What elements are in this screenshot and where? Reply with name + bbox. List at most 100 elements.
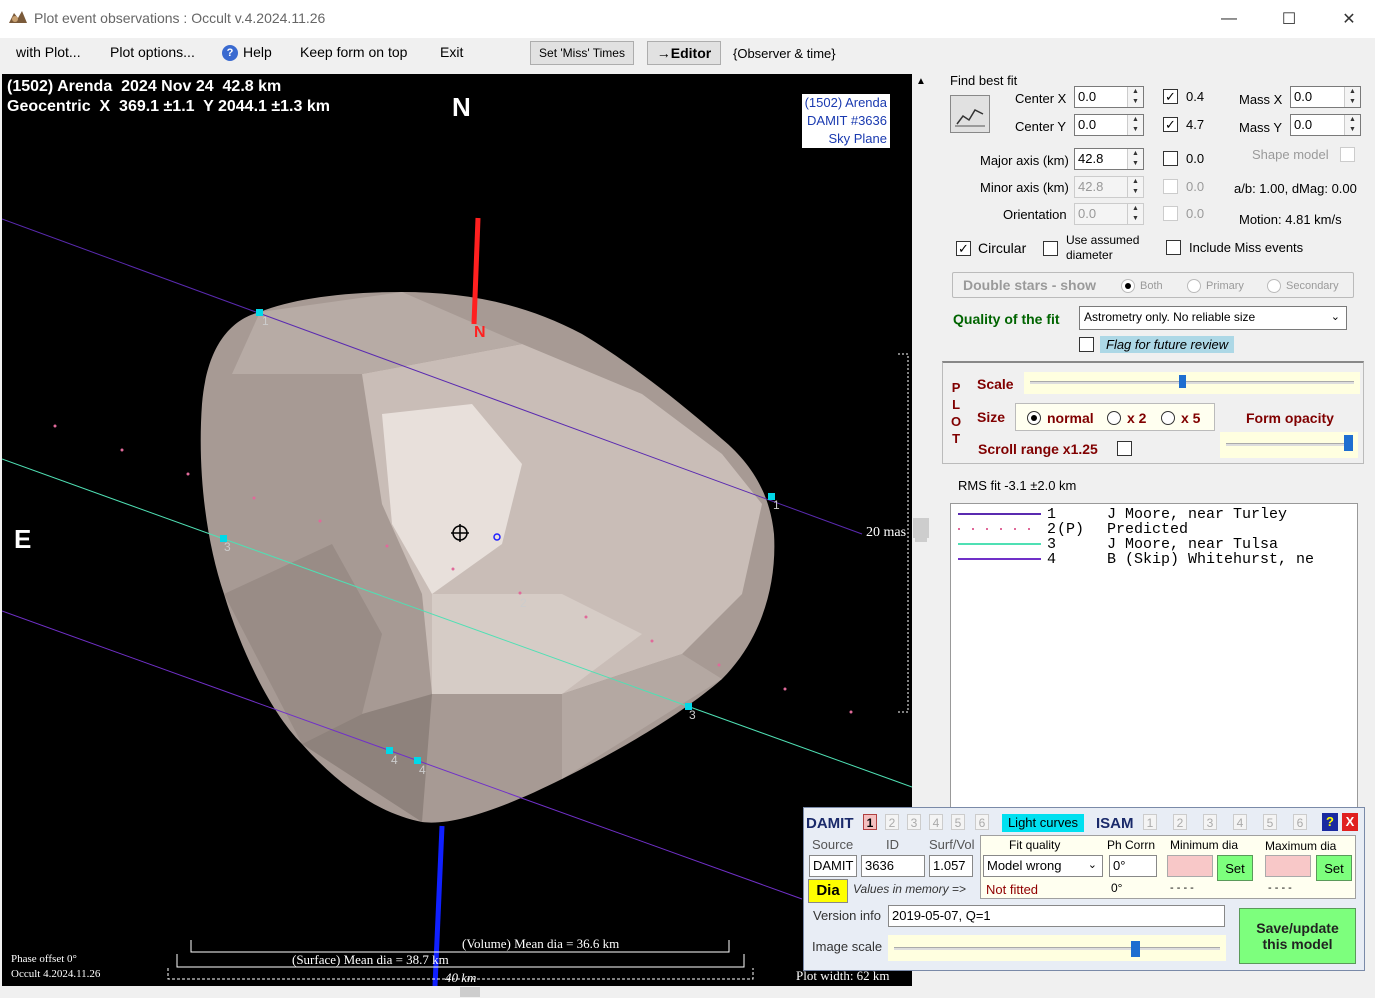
plot-canvas[interactable]: (1502) Arenda 2024 Nov 24 42.8 km Geocen…: [2, 74, 912, 986]
spin-arrows-icon[interactable]: ▲ ▼: [1127, 87, 1143, 107]
size-x2-radio[interactable]: x 2: [1107, 410, 1146, 426]
set-max-dia-button[interactable]: Set: [1316, 855, 1352, 881]
damit-tab-4[interactable]: 4: [929, 814, 943, 830]
radio-icon[interactable]: [1187, 279, 1201, 293]
dia-button[interactable]: Dia: [808, 879, 848, 903]
checkbox-icon[interactable]: [1166, 240, 1181, 255]
set-min-dia-button[interactable]: Set: [1217, 855, 1253, 881]
legend-row[interactable]: 4B (Skip) Whitehurst, ne: [957, 551, 1357, 568]
damit-tab-5[interactable]: 5: [951, 814, 965, 830]
center-y-input[interactable]: 0.0 ▲ ▼: [1074, 114, 1144, 136]
min-dia-field[interactable]: [1167, 855, 1213, 877]
max-dia-field[interactable]: [1265, 855, 1311, 877]
damit-tab-2[interactable]: 2: [885, 814, 899, 830]
radio-both[interactable]: Both: [1121, 279, 1163, 293]
menu-with-plot[interactable]: with Plot...: [16, 44, 81, 60]
fit-cb-major[interactable]: 0.0: [1163, 151, 1204, 166]
checkbox-checked-icon[interactable]: ✓: [1163, 89, 1178, 104]
orientation-input[interactable]: 0.0 ▲ ▼: [1074, 203, 1144, 225]
damit-tab-6[interactable]: 6: [975, 814, 989, 830]
isam-tab-6[interactable]: 6: [1293, 814, 1307, 830]
size-x5-radio[interactable]: x 5: [1161, 410, 1200, 426]
image-scale-slider-thumb[interactable]: [1130, 941, 1140, 957]
image-scale-slider[interactable]: [888, 935, 1226, 961]
checkbox-icon[interactable]: [1163, 179, 1178, 194]
menu-observer-time[interactable]: {Observer & time}: [733, 46, 836, 61]
close-damit-button[interactable]: X: [1342, 813, 1358, 831]
plot-horizontal-scrollbar[interactable]: [2, 986, 913, 998]
close-button[interactable]: ✕: [1326, 0, 1372, 38]
mass-x-input[interactable]: 0.0 ▲ ▼: [1290, 86, 1361, 108]
scroll-thumb-h[interactable]: [460, 987, 480, 997]
scroll-up-arrow[interactable]: ▲: [916, 76, 926, 87]
light-curves-button[interactable]: Light curves: [1002, 814, 1084, 832]
fit-quality-select[interactable]: Model wrong ⌄: [983, 855, 1103, 877]
opacity-slider-thumb[interactable]: [1343, 435, 1353, 451]
major-axis-input[interactable]: 42.8 ▲ ▼: [1074, 148, 1144, 170]
spin-arrows-icon[interactable]: ▲ ▼: [1127, 204, 1143, 224]
isam-tab-1[interactable]: 1: [1143, 814, 1157, 830]
spin-arrows-icon[interactable]: ▲ ▼: [1127, 149, 1143, 169]
isam-tab-4[interactable]: 4: [1233, 814, 1247, 830]
checkbox-icon[interactable]: [1163, 206, 1178, 221]
scale-slider-thumb[interactable]: [1178, 375, 1186, 388]
mass-y-input[interactable]: 0.0 ▲ ▼: [1290, 114, 1361, 136]
id-field[interactable]: 3636: [861, 855, 925, 877]
fit-cb-minor[interactable]: 0.0: [1163, 179, 1204, 194]
isam-tab-3[interactable]: 3: [1203, 814, 1217, 830]
checkbox-icon[interactable]: [1163, 151, 1178, 166]
radio-icon[interactable]: [1027, 411, 1041, 425]
legend-row[interactable]: 2 (P) Predicted: [957, 521, 1357, 538]
checkbox-icon[interactable]: [1043, 240, 1058, 256]
spin-arrows-icon[interactable]: ▲ ▼: [1127, 115, 1143, 135]
version-info-field[interactable]: 2019-05-07, Q=1: [888, 905, 1225, 927]
maximize-button[interactable]: ☐: [1266, 0, 1312, 38]
fit-cb-47[interactable]: ✓ 4.7: [1163, 117, 1204, 132]
isam-tab-5[interactable]: 5: [1263, 814, 1277, 830]
radio-primary[interactable]: Primary: [1187, 279, 1244, 293]
scale-slider[interactable]: [1024, 372, 1360, 394]
minimize-button[interactable]: —: [1206, 0, 1252, 38]
checkbox-icon[interactable]: [1079, 337, 1094, 352]
checkbox-checked-icon[interactable]: ✓: [1163, 117, 1178, 132]
fit-cb-04[interactable]: ✓ 0.4: [1163, 89, 1204, 104]
radio-icon[interactable]: [1161, 411, 1175, 425]
center-x-input[interactable]: 0.0 ▲ ▼: [1074, 86, 1144, 108]
find-best-fit-button[interactable]: [950, 95, 990, 133]
spin-arrows-icon[interactable]: ▲ ▼: [1127, 177, 1143, 197]
radio-icon[interactable]: [1107, 411, 1121, 425]
save-update-model-button[interactable]: Save/update this model: [1239, 908, 1356, 964]
menu-keep-on-top[interactable]: Keep form on top: [300, 44, 407, 60]
radio-icon[interactable]: [1121, 279, 1135, 293]
menu-plot-options[interactable]: Plot options...: [110, 44, 195, 60]
source-field[interactable]: DAMIT: [809, 855, 857, 877]
right-panel-scrollbar[interactable]: [913, 518, 929, 538]
shape-model-checkbox[interactable]: [1340, 147, 1355, 162]
minor-axis-input[interactable]: 42.8 ▲ ▼: [1074, 176, 1144, 198]
circular-checkbox[interactable]: ✓ Circular: [956, 240, 1026, 256]
damit-tab-1[interactable]: 1: [863, 814, 877, 830]
radio-icon[interactable]: [1267, 279, 1281, 293]
legend-row[interactable]: 1J Moore, near Turley: [957, 506, 1357, 523]
editor-button[interactable]: →Editor: [647, 41, 721, 65]
surfvol-field[interactable]: 1.057: [929, 855, 973, 877]
quality-select[interactable]: Astrometry only. No reliable size ⌄: [1079, 306, 1347, 330]
size-normal-radio[interactable]: normal: [1027, 410, 1094, 426]
legend-row[interactable]: 3J Moore, near Tulsa: [957, 536, 1357, 553]
chevron-down-icon[interactable]: ⌄: [1331, 310, 1340, 323]
menu-help[interactable]: Help: [243, 44, 272, 60]
flag-review-checkbox[interactable]: Flag for future review: [1079, 336, 1235, 353]
scroll-range-checkbox[interactable]: [1117, 441, 1132, 456]
checkbox-checked-icon[interactable]: ✓: [956, 240, 971, 256]
set-miss-times-button[interactable]: Set 'Miss' Times: [530, 41, 634, 65]
fit-cb-orient[interactable]: 0.0: [1163, 206, 1204, 221]
isam-tab-2[interactable]: 2: [1173, 814, 1187, 830]
radio-secondary[interactable]: Secondary: [1267, 279, 1339, 293]
help-question-button[interactable]: ?: [1322, 813, 1338, 831]
spin-arrows-icon[interactable]: ▲ ▼: [1344, 115, 1360, 135]
menu-exit[interactable]: Exit: [440, 44, 463, 60]
chevron-down-icon[interactable]: ⌄: [1088, 858, 1097, 871]
phcorr-field[interactable]: 0°: [1109, 855, 1157, 877]
opacity-slider[interactable]: [1220, 432, 1358, 458]
use-assumed-checkbox[interactable]: Use assumed diameter: [1043, 233, 1139, 263]
